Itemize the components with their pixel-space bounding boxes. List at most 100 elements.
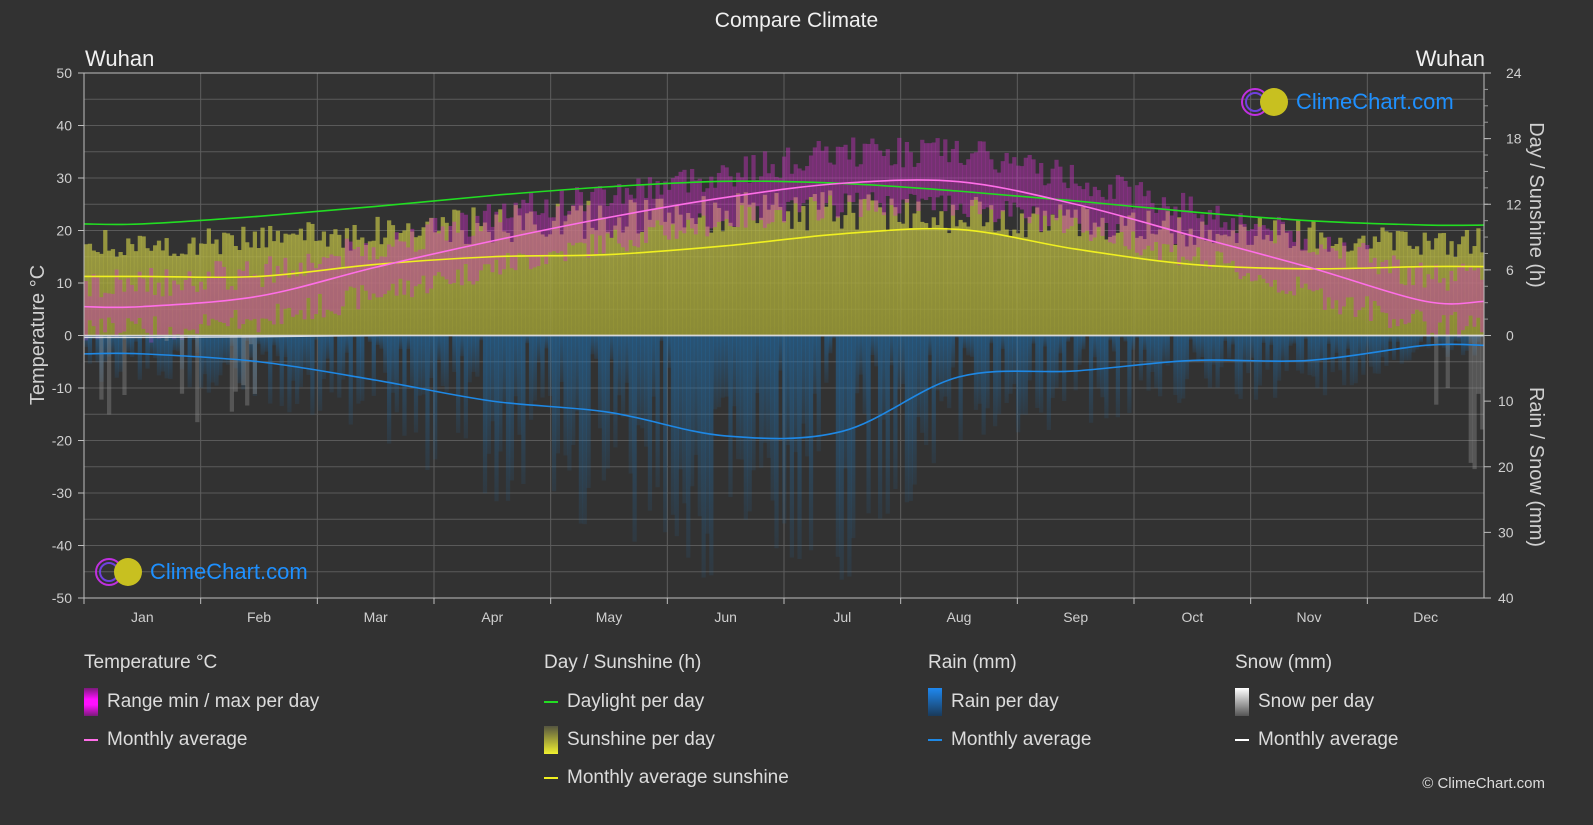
sunshine-bar <box>962 222 967 336</box>
legend-item-temp-avg: Monthly average <box>84 728 319 752</box>
logo-top[interactable]: ClimeChart.com <box>1240 86 1454 118</box>
rain-bar <box>379 335 384 349</box>
temperature-range-bar <box>475 215 480 282</box>
rain-bar <box>1165 335 1170 366</box>
rain-bar <box>1046 335 1051 431</box>
sunshine-bar <box>229 235 234 336</box>
rain-bar <box>839 335 844 580</box>
rain-bar <box>762 335 768 443</box>
right-tick-label: 12 <box>1506 196 1522 212</box>
sunshine-bar <box>705 226 710 336</box>
rain-bar <box>1411 335 1416 353</box>
temperature-range-bar <box>1472 270 1477 327</box>
rain-bar <box>1342 335 1347 386</box>
rain-bar <box>425 335 430 471</box>
temperature-range-bar <box>1157 207 1163 261</box>
temperature-range-bar <box>851 137 856 203</box>
temperature-range-bar <box>1019 166 1025 210</box>
temperature-range-bar <box>620 203 626 248</box>
rain-bar <box>436 335 442 361</box>
rain-bar <box>1449 335 1454 351</box>
rain-bar <box>1111 335 1117 352</box>
sunshine-bar <box>805 230 810 336</box>
temperature-range-bar <box>1219 227 1224 253</box>
sunshine-bar <box>605 231 610 336</box>
temperature-range-bar <box>797 168 802 213</box>
copyright: © ClimeChart.com <box>1422 775 1545 792</box>
temperature-range-bar <box>433 217 438 276</box>
rain-bar <box>1065 335 1071 342</box>
rain-bar <box>782 335 787 524</box>
temperature-range-bar <box>425 224 430 294</box>
temperature-range-bar <box>1081 189 1086 233</box>
temperature-range-bar <box>1204 224 1209 261</box>
temperature-range-bar <box>91 274 96 327</box>
temperature-range-bar <box>874 144 879 212</box>
legend-item-range: Range min / max per day <box>84 688 319 716</box>
rain-bar <box>805 335 810 457</box>
sunshine-bar <box>153 245 158 336</box>
temperature-range-bar <box>245 261 250 320</box>
sunshine-bar <box>582 238 587 336</box>
rain-bar <box>475 335 480 377</box>
sunshine-bar <box>1058 204 1063 336</box>
temperature-range-bar <box>172 280 177 340</box>
rain-bar <box>1019 335 1025 415</box>
temperature-range-bar <box>367 259 373 300</box>
temperature-range-bar <box>605 205 610 234</box>
temperature-range-bar <box>1238 213 1243 280</box>
temperature-range-bar <box>1315 254 1320 291</box>
rain-bar <box>885 335 890 514</box>
temperature-range-bar <box>195 291 200 334</box>
temperature-range-bar <box>943 139 948 212</box>
sunshine-bar <box>640 232 645 336</box>
legend-rain: Rain (mm) Rain per day Monthly average <box>928 652 1091 766</box>
temperature-range-bar <box>1330 248 1335 309</box>
temperature-range-bar <box>816 141 821 221</box>
rain-bar <box>1345 335 1351 349</box>
rain-bar <box>759 335 764 468</box>
rain-bar <box>544 335 549 349</box>
temperature-range-bar <box>364 243 369 291</box>
rain-bar <box>310 335 315 415</box>
sunshine-bar <box>697 217 702 336</box>
snow-swatch-icon <box>1235 688 1249 716</box>
rain-bar <box>509 335 514 481</box>
sunshine-bar <box>770 204 775 336</box>
sunshine-bar <box>1000 210 1005 336</box>
rain-bar <box>636 335 641 426</box>
temperature-range-bar <box>824 146 829 204</box>
rain-bar <box>686 335 691 558</box>
temperature-range-bar <box>1065 188 1071 229</box>
rain-bar <box>1322 335 1328 396</box>
rain-bar <box>340 335 346 380</box>
rain-bar <box>517 335 522 435</box>
rain-bar <box>1192 335 1197 353</box>
temperature-range-bar <box>494 211 499 260</box>
temperature-range-bar <box>456 232 461 270</box>
temperature-range-bar <box>678 171 683 231</box>
temperature-range-bar <box>502 203 507 270</box>
temperature-range-bar <box>103 292 108 333</box>
snow-bar <box>107 335 112 415</box>
temperature-range-bar <box>663 181 668 236</box>
rain-bar <box>1223 335 1228 342</box>
sunshine-bar <box>831 221 837 336</box>
rain-bar <box>413 335 419 433</box>
rain-bar <box>467 335 472 383</box>
logo-bottom[interactable]: ClimeChart.com <box>94 556 308 588</box>
rain-bar <box>628 335 633 474</box>
temperature-range-bar <box>1349 267 1354 298</box>
temperature-range-bar <box>1200 214 1205 267</box>
rain-bar <box>713 335 718 410</box>
sunshine-bar <box>900 223 906 336</box>
rain-bar <box>1319 335 1324 362</box>
temperature-range-bar <box>1319 244 1324 289</box>
month-label: Jan <box>131 609 154 625</box>
rain-bar <box>1104 335 1109 419</box>
rain-bar <box>548 335 553 396</box>
rain-bar <box>1142 335 1147 350</box>
rain-bar <box>214 335 219 386</box>
line-swatch-icon <box>544 701 558 703</box>
rain-bar <box>287 335 292 413</box>
